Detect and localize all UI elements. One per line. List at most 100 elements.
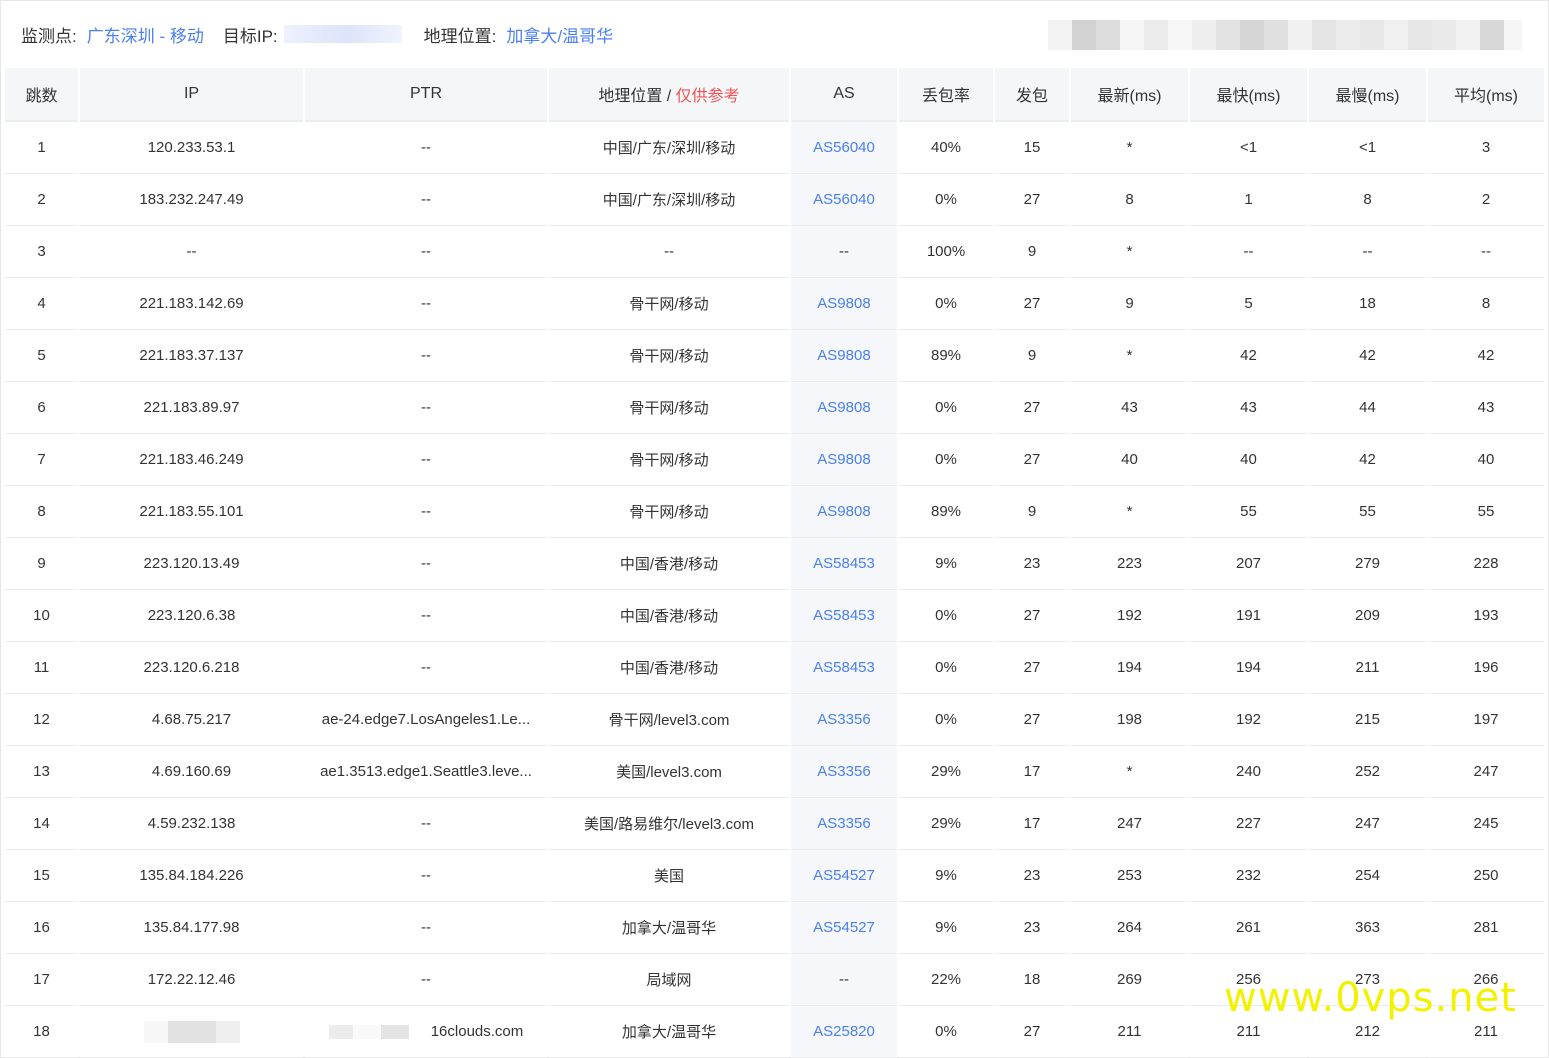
cell-hop: 8 xyxy=(5,486,78,538)
as-link[interactable]: AS25820 xyxy=(813,1023,875,1040)
as-link[interactable]: AS54527 xyxy=(813,919,875,936)
cell-hop: 4 xyxy=(5,278,78,330)
table-row: 11 223.120.6.218 -- 中国/香港/移动 AS58453 0% 27 194 1… xyxy=(5,642,1544,694)
ptr-text: 16clouds.com xyxy=(430,1023,524,1040)
traceroute-table: 跳数 IP PTR 地理位置 / 仅供参考 AS 丢包率 发包 最新(ms) 最… xyxy=(3,68,1546,1058)
cell-best: 232 xyxy=(1190,850,1307,902)
cell-best: -- xyxy=(1190,226,1307,278)
cell-worst: 209 xyxy=(1309,590,1426,642)
cell-ip: 221.183.46.249 xyxy=(80,434,303,486)
cell-geo: 加拿大/温哥华 xyxy=(549,1006,789,1058)
cell-as: AS9808 xyxy=(791,382,897,434)
cell-as: AS3356 xyxy=(791,798,897,850)
col-header-ip: IP xyxy=(80,68,303,122)
cell-last: * xyxy=(1071,122,1188,174)
cell-ptr: -- xyxy=(305,850,547,902)
as-link[interactable]: AS54527 xyxy=(813,867,875,884)
as-link[interactable]: AS58453 xyxy=(813,555,875,572)
cell-loss: 0% xyxy=(899,590,993,642)
cell-last: 9 xyxy=(1071,278,1188,330)
cell-best: 191 xyxy=(1190,590,1307,642)
cell-geo: 美国/level3.com xyxy=(549,746,789,798)
table-row: 3 -- -- -- -- 100% 9 * -- -- -- xyxy=(5,226,1544,278)
cell-ip: 135.84.177.98 xyxy=(80,902,303,954)
cell-as: AS56040 xyxy=(791,174,897,226)
cell-loss: 89% xyxy=(899,486,993,538)
cell-ptr: ae-24.edge7.LosAngeles1.Le... xyxy=(305,694,547,746)
cell-hop: 17 xyxy=(5,954,78,1006)
cell-geo: 加拿大/温哥华 xyxy=(549,902,789,954)
cell-avg: 193 xyxy=(1428,590,1544,642)
as-link[interactable]: AS3356 xyxy=(817,815,870,832)
as-link[interactable]: AS58453 xyxy=(813,607,875,624)
cell-as: AS9808 xyxy=(791,434,897,486)
cell-as: AS58453 xyxy=(791,590,897,642)
as-link[interactable]: AS56040 xyxy=(813,191,875,208)
cell-as: AS25820 xyxy=(791,1006,897,1058)
cell-ptr: 16clouds.com xyxy=(305,1006,547,1058)
cell-loss: 9% xyxy=(899,902,993,954)
cell-ptr: -- xyxy=(305,486,547,538)
cell-worst: 215 xyxy=(1309,694,1426,746)
cell-ptr: -- xyxy=(305,174,547,226)
cell-sent: 9 xyxy=(995,330,1069,382)
cell-ip: 221.183.37.137 xyxy=(80,330,303,382)
as-link[interactable]: AS9808 xyxy=(817,503,870,520)
geo-value[interactable]: 加拿大/温哥华 xyxy=(506,22,613,47)
as-link[interactable]: AS3356 xyxy=(817,711,870,728)
table-row: 5 221.183.37.137 -- 骨干网/移动 AS9808 89% 9 * 42 42 42 xyxy=(5,330,1544,382)
cell-best: 261 xyxy=(1190,902,1307,954)
cell-geo: 骨干网/移动 xyxy=(549,434,789,486)
geo-label: 地理位置: xyxy=(423,26,497,46)
cell-loss: 29% xyxy=(899,798,993,850)
cell-last: 194 xyxy=(1071,642,1188,694)
cell-ip: 4.68.75.217 xyxy=(80,694,303,746)
cell-hop: 16 xyxy=(5,902,78,954)
cell-as: AS9808 xyxy=(791,278,897,330)
cell-last: 8 xyxy=(1071,174,1188,226)
cell-ip: 183.232.247.49 xyxy=(80,174,303,226)
as-link[interactable]: AS9808 xyxy=(817,399,870,416)
cell-worst: -- xyxy=(1309,226,1426,278)
cell-worst: 8 xyxy=(1309,174,1426,226)
cell-worst: 252 xyxy=(1309,746,1426,798)
as-link[interactable]: AS9808 xyxy=(817,451,870,468)
col-header-loss: 丢包率 xyxy=(899,68,993,122)
cell-ip xyxy=(80,1006,303,1058)
col-header-avg: 平均(ms) xyxy=(1428,68,1544,122)
cell-geo: 中国/香港/移动 xyxy=(549,590,789,642)
cell-sent: 27 xyxy=(995,174,1069,226)
cell-ip: 120.233.53.1 xyxy=(80,122,303,174)
cell-avg: -- xyxy=(1428,226,1544,278)
cell-as: AS54527 xyxy=(791,902,897,954)
table-row: 10 223.120.6.38 -- 中国/香港/移动 AS58453 0% 27 192 19… xyxy=(5,590,1544,642)
as-link[interactable]: AS9808 xyxy=(817,347,870,364)
cell-sent: 27 xyxy=(995,590,1069,642)
cell-hop: 7 xyxy=(5,434,78,486)
cell-sent: 27 xyxy=(995,434,1069,486)
cell-ip: 4.69.160.69 xyxy=(80,746,303,798)
cell-best: 194 xyxy=(1190,642,1307,694)
as-link[interactable]: AS56040 xyxy=(813,139,875,156)
cell-best: 240 xyxy=(1190,746,1307,798)
cell-loss: 9% xyxy=(899,850,993,902)
cell-last: 264 xyxy=(1071,902,1188,954)
as-link[interactable]: AS9808 xyxy=(817,295,870,312)
cell-best: 1 xyxy=(1190,174,1307,226)
as-link[interactable]: AS58453 xyxy=(813,659,875,676)
cell-ptr: -- xyxy=(305,590,547,642)
cell-best: <1 xyxy=(1190,122,1307,174)
cell-worst: 42 xyxy=(1309,330,1426,382)
cell-last: 253 xyxy=(1071,850,1188,902)
cell-hop: 1 xyxy=(5,122,78,174)
table-row: 7 221.183.46.249 -- 骨干网/移动 AS9808 0% 27 40 40 42 4… xyxy=(5,434,1544,486)
cell-ptr: -- xyxy=(305,642,547,694)
as-link[interactable]: AS3356 xyxy=(817,763,870,780)
redacted-ip xyxy=(143,1020,240,1043)
cell-worst: <1 xyxy=(1309,122,1426,174)
cell-sent: 15 xyxy=(995,122,1069,174)
col-header-geo: 地理位置 / 仅供参考 xyxy=(549,68,789,122)
table-row: 6 221.183.89.97 -- 骨干网/移动 AS9808 0% 27 43 43 44 43 xyxy=(5,382,1544,434)
cell-last: 43 xyxy=(1071,382,1188,434)
monitor-value[interactable]: 广东深圳 - 移动 xyxy=(87,22,204,47)
